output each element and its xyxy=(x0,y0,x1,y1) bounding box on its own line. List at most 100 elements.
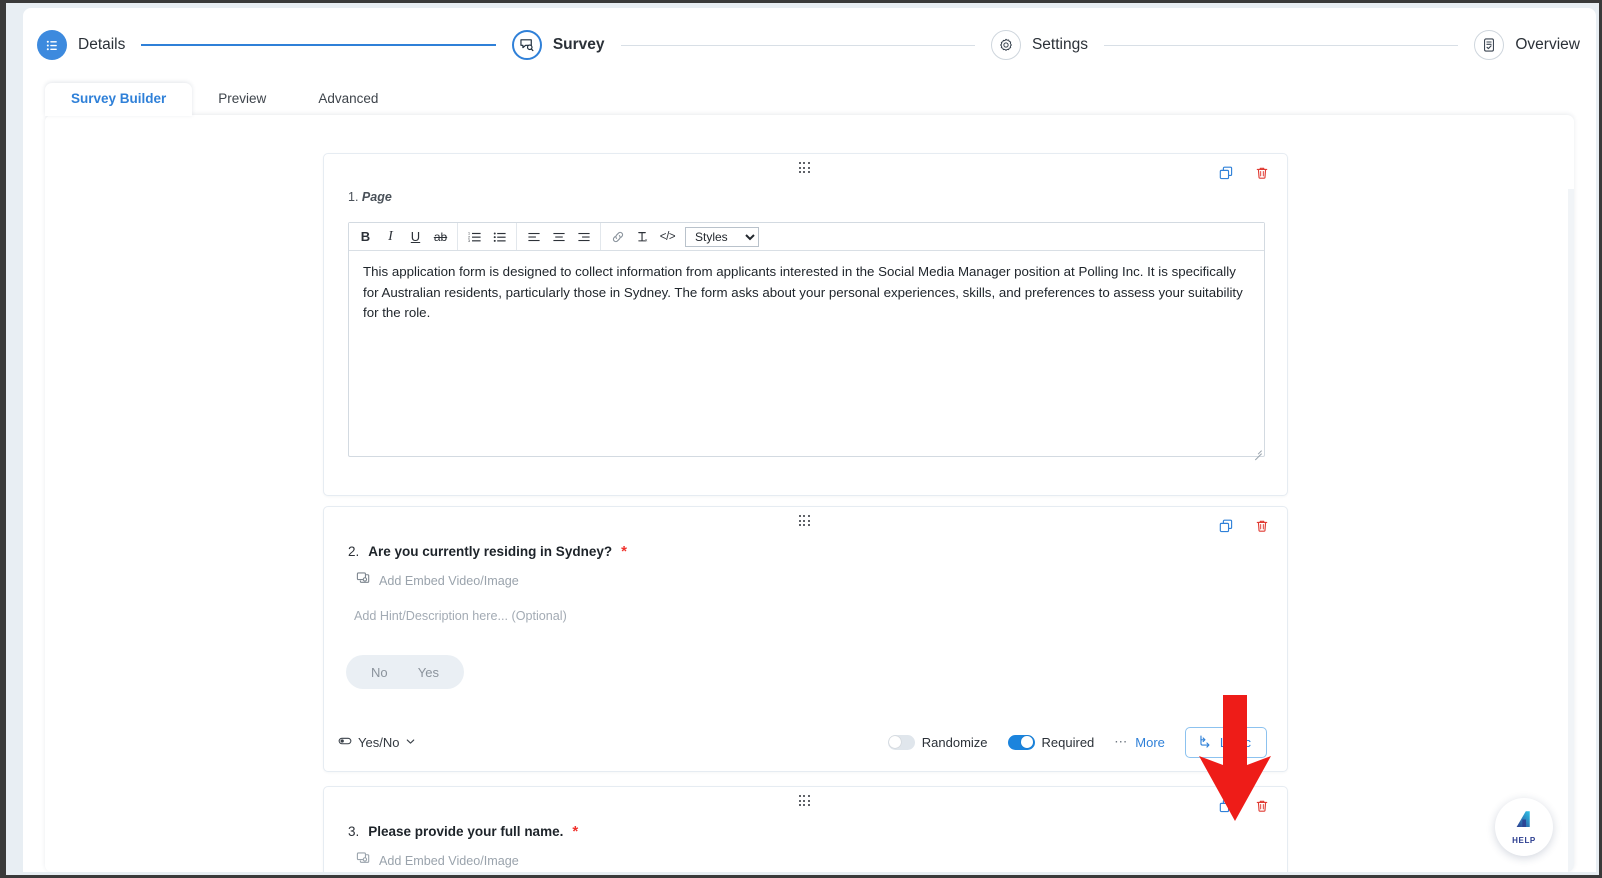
survey-question-card: 3. Please provide your full name. * Add … xyxy=(323,786,1288,872)
link-icon[interactable] xyxy=(606,225,629,249)
app-window: Details Survey Settings Overview Survey … xyxy=(23,8,1596,872)
stepper-connector-2 xyxy=(620,44,975,46)
drag-handle-icon[interactable] xyxy=(798,162,813,174)
tab-preview[interactable]: Preview xyxy=(192,83,292,116)
rte-group-align xyxy=(517,223,601,250)
tab-advanced-label: Advanced xyxy=(318,91,379,106)
required-asterisk: * xyxy=(621,543,627,560)
help-widget-label: HELP xyxy=(1512,836,1536,845)
more-button[interactable]: ⋯ More xyxy=(1114,734,1165,750)
question-number: 2. xyxy=(348,544,360,559)
survey-canvas: 1. Page B I U ab 1 2 3 x </> Styles This… xyxy=(45,115,1574,872)
ellipsis-icon: ⋯ xyxy=(1114,734,1129,749)
tab-advanced[interactable]: Advanced xyxy=(292,83,404,116)
rte-resize-handle[interactable] xyxy=(1251,443,1263,455)
help-chart-icon xyxy=(1514,809,1535,835)
progress-stepper: Details Survey Settings Overview xyxy=(23,8,1596,82)
stepper-step-overview[interactable]: Overview xyxy=(1474,30,1580,60)
stepper-step-details[interactable]: Details xyxy=(37,30,125,60)
browser-frame: Details Survey Settings Overview Survey … xyxy=(0,0,1602,878)
align-right-button[interactable] xyxy=(572,225,595,249)
randomize-switch[interactable] xyxy=(887,734,915,750)
svg-text:x: x xyxy=(645,237,648,242)
required-switch[interactable] xyxy=(1007,734,1035,750)
trash-icon[interactable] xyxy=(1255,166,1269,180)
stepper-connector-1 xyxy=(141,43,496,47)
page-label-number: 1. xyxy=(348,190,359,204)
tab-bar: Survey Builder Preview Advanced xyxy=(23,80,1596,116)
survey-question-card: 2. Are you currently residing in Sydney?… xyxy=(323,506,1288,772)
rte-group-format: B I U ab xyxy=(349,223,458,250)
stepper-label-settings: Settings xyxy=(1031,36,1088,53)
add-embed-media-label: Add Embed Video/Image xyxy=(379,573,519,588)
stepper-label-overview: Overview xyxy=(1515,36,1580,53)
question-footer-actions: Randomize Required ⋯ More Logic xyxy=(887,726,1267,758)
vertical-scrollbar[interactable] xyxy=(1568,189,1574,872)
question-text[interactable]: Are you currently residing in Sydney? xyxy=(368,544,612,559)
question-card-actions xyxy=(1219,799,1269,813)
rte-group-insert: x </> Styles xyxy=(601,223,768,250)
hint-description-input[interactable]: Add Hint/Description here... (Optional) xyxy=(354,609,567,623)
randomize-toggle[interactable]: Randomize xyxy=(887,734,988,750)
required-label: Required xyxy=(1041,734,1095,750)
page-label: 1. Page xyxy=(348,190,392,204)
stepper-step-survey[interactable]: Survey xyxy=(511,30,605,60)
randomize-label: Randomize xyxy=(921,734,988,750)
add-embed-media-button[interactable]: Add Embed Video/Image xyxy=(356,851,519,870)
duplicate-icon[interactable] xyxy=(1219,519,1233,533)
ordered-list-button[interactable]: 1 2 3 xyxy=(463,225,486,249)
add-embed-media-label: Add Embed Video/Image xyxy=(379,853,519,868)
gear-icon xyxy=(990,30,1021,60)
duplicate-icon[interactable] xyxy=(1219,799,1233,813)
duplicate-icon[interactable] xyxy=(1219,166,1233,180)
more-label: More xyxy=(1135,734,1165,750)
source-code-button[interactable]: </> xyxy=(656,225,679,249)
logic-label: Logic xyxy=(1219,734,1251,750)
trash-icon[interactable] xyxy=(1255,519,1269,533)
bold-button[interactable]: B xyxy=(354,225,377,249)
stepper-label-survey: Survey xyxy=(552,36,605,53)
styles-dropdown[interactable]: Styles xyxy=(685,226,759,247)
required-asterisk: * xyxy=(572,823,579,840)
stepper-label-details: Details xyxy=(78,36,126,53)
stepper-step-settings[interactable]: Settings xyxy=(990,30,1088,60)
choice-no[interactable]: No xyxy=(371,665,388,680)
add-embed-media-button[interactable]: Add Embed Video/Image xyxy=(356,571,519,590)
question-title-row: 3. Please provide your full name. * xyxy=(348,823,578,840)
stepper-connector-3 xyxy=(1103,44,1459,46)
question-text[interactable]: Please provide your full name. xyxy=(368,824,563,839)
align-center-button[interactable] xyxy=(547,225,570,249)
remove-format-icon[interactable]: x xyxy=(631,225,654,249)
bullet-list-button[interactable] xyxy=(488,225,511,249)
strikethrough-button[interactable]: ab xyxy=(429,225,452,249)
yes-no-choice-group: No Yes xyxy=(346,655,464,689)
required-toggle[interactable]: Required xyxy=(1007,734,1095,750)
question-type-label: Yes/No xyxy=(358,734,400,750)
embed-media-icon xyxy=(356,851,370,870)
align-left-button[interactable] xyxy=(522,225,545,249)
underline-button[interactable]: U xyxy=(404,225,427,249)
help-widget-button[interactable]: HELP xyxy=(1495,798,1553,856)
rich-text-editor: B I U ab 1 2 3 x </> Styles This applica… xyxy=(348,222,1265,457)
rte-toolbar: B I U ab 1 2 3 x </> Styles xyxy=(349,223,1264,251)
question-number: 3. xyxy=(348,824,360,839)
choice-yes[interactable]: Yes xyxy=(418,665,439,680)
question-card-actions xyxy=(1219,519,1269,533)
drag-handle-icon[interactable] xyxy=(798,795,813,807)
tab-survey-builder[interactable]: Survey Builder xyxy=(45,83,193,116)
tab-preview-label: Preview xyxy=(218,91,267,106)
page-card-actions xyxy=(1219,166,1269,180)
tab-survey-builder-label: Survey Builder xyxy=(71,91,167,106)
document-check-icon xyxy=(1474,30,1505,60)
question-type-selector[interactable]: Yes/No xyxy=(338,734,416,751)
rte-group-lists: 1 2 3 xyxy=(458,223,517,250)
embed-media-icon xyxy=(356,571,370,590)
logic-button[interactable]: Logic xyxy=(1184,726,1267,758)
chevron-down-icon xyxy=(405,735,416,750)
question-title-row: 2. Are you currently residing in Sydney?… xyxy=(348,543,627,560)
survey-page-card: 1. Page B I U ab 1 2 3 x </> Styles This… xyxy=(323,153,1288,496)
italic-button[interactable]: I xyxy=(379,225,402,249)
trash-icon[interactable] xyxy=(1255,799,1269,813)
drag-handle-icon[interactable] xyxy=(798,515,813,527)
rte-content[interactable]: This application form is designed to col… xyxy=(349,251,1264,457)
